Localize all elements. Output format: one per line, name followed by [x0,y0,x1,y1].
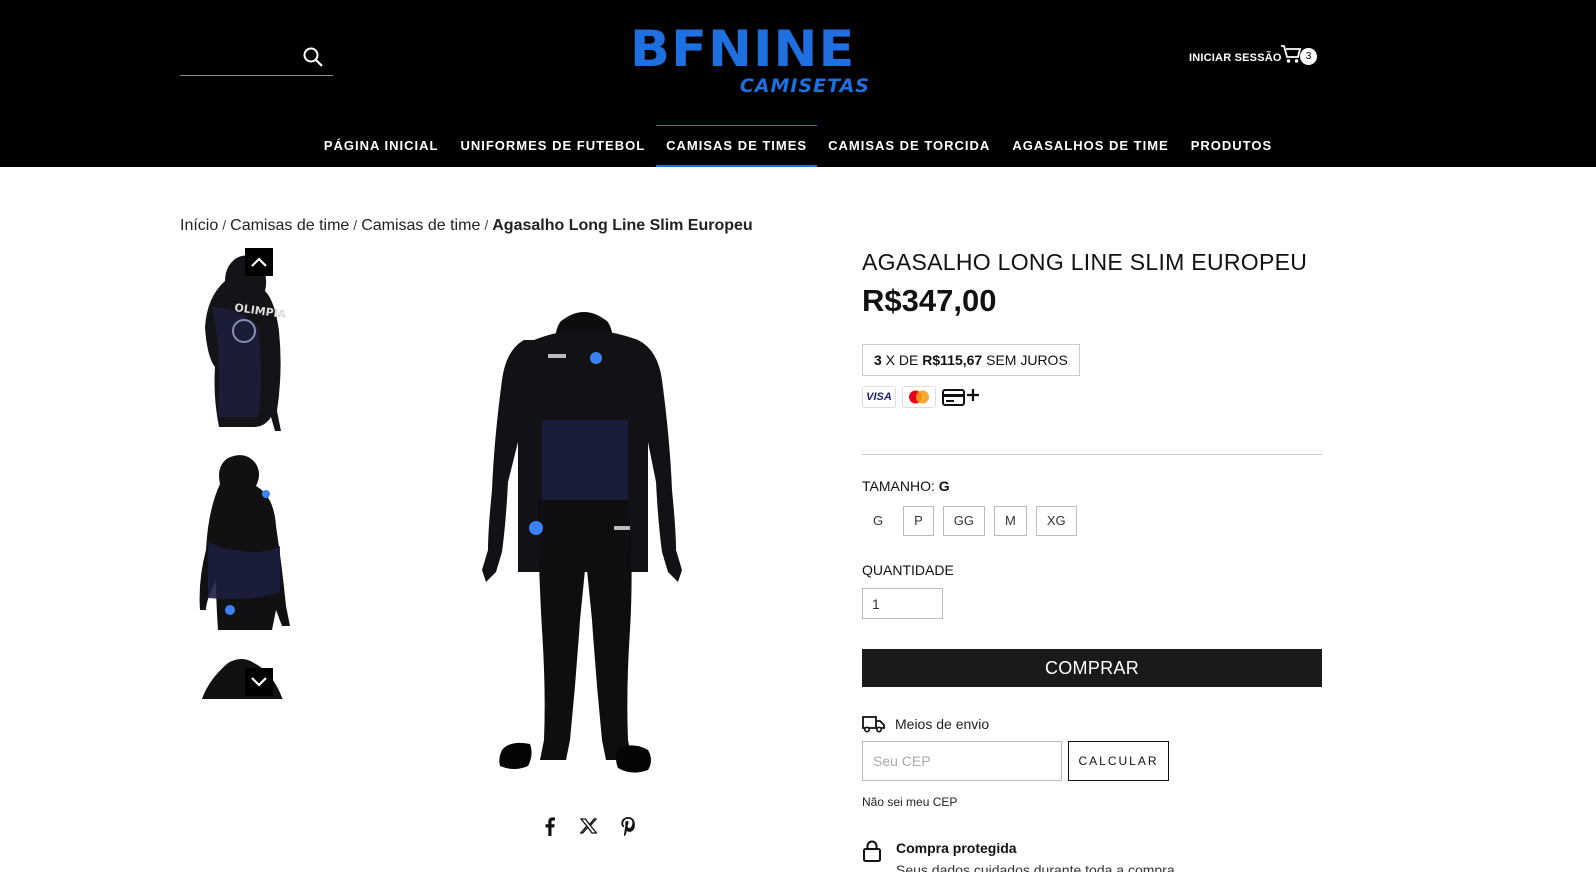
breadcrumb-camisas-2[interactable]: Camisas de time [361,217,480,234]
size-option-g[interactable]: G [862,506,894,536]
nav-item-camisas-times[interactable]: CAMISAS DE TIMES [656,125,818,167]
installments-middle: X DE [881,352,923,368]
pinterest-icon[interactable] [618,816,637,836]
breadcrumb-separator: / [484,217,489,233]
site-logo[interactable]: BFNINE CAMISETAS [630,22,870,98]
product-price: R$347,00 [862,283,997,318]
nav-item-produtos[interactable]: PRODUTOS [1180,125,1283,167]
size-label-text: TAMANHO: [862,478,935,494]
visa-label: VISA [866,391,892,403]
breadcrumb: Início / Camisas de time / Camisas de time / A… [180,217,753,235]
shipping-label-text: Meios de envio [895,716,990,732]
chevron-down-icon [251,677,267,687]
lock-icon [863,840,881,862]
buy-button[interactable]: COMPRAR [862,649,1322,687]
nav-item-home[interactable]: PÁGINA INICIAL [313,125,450,167]
x-twitter-icon[interactable] [579,816,598,836]
thumbnail-2[interactable] [180,452,305,642]
size-selected-value: G [938,478,950,494]
size-options: G P GG M XG [862,506,1077,536]
protected-title: Compra protegida [896,840,1017,856]
quantity-input[interactable] [862,588,943,619]
thumbnail-1[interactable]: OLIMPIA [180,247,305,437]
installments-count: 3 [874,352,882,368]
breadcrumb-current: Agasalho Long Line Slim Europeu [492,217,753,234]
main-nav: PÁGINA INICIAL UNIFORMES DE FUTEBOL CAMI… [0,125,1596,167]
cart-icon [1281,45,1302,63]
size-option-xg[interactable]: XG [1035,506,1077,536]
search-box[interactable] [180,42,333,76]
payment-methods[interactable]: VISA [862,386,980,408]
installments-suffix: SEM JUROS [982,352,1068,368]
size-option-gg[interactable]: GG [942,506,986,536]
installments-amount: R$115,67 [922,352,983,368]
breadcrumb-camisas-1[interactable]: Camisas de time [230,217,349,234]
share-links [540,816,637,836]
breadcrumb-separator: / [222,217,227,233]
installments-box: 3 X DE R$115,67 SEM JUROS [862,344,1080,376]
thumb-down-arrow[interactable] [245,668,273,696]
site-header: BFNINE CAMISETAS INICIAR SESSÃO 3 PÁGINA… [0,0,1596,167]
cart-count-badge: 3 [1300,48,1317,65]
cep-input[interactable] [862,741,1062,781]
chevron-up-icon [251,257,267,267]
visa-icon: VISA [862,386,896,408]
thumbnail-gallery: OLIMPIA [180,247,305,699]
size-option-p[interactable]: P [903,506,934,536]
shipping-label: Meios de envio [862,715,989,733]
thumb-up-arrow[interactable] [245,248,273,276]
nav-item-uniformes[interactable]: UNIFORMES DE FUTEBOL [449,125,656,167]
size-option-m[interactable]: M [994,506,1027,536]
mastercard-icon [902,386,936,408]
protected-purchase: Compra protegida Seus dados cuidados dur… [862,840,1179,872]
facebook-icon[interactable] [540,816,559,836]
thumbnail-3[interactable] [180,655,305,699]
truck-icon [862,716,885,733]
quantity-label: QUANTIDADE [862,562,954,578]
logo-main-text: BFNINE [630,20,856,78]
nav-item-camisas-torcida[interactable]: CAMISAS DE TORCIDA [817,125,1001,167]
breadcrumb-separator: / [353,217,358,233]
dont-know-cep-link[interactable]: Não sei meu CEP [862,795,957,809]
nav-item-agasalhos[interactable]: AGASALHOS DE TIME [1001,125,1179,167]
search-icon[interactable] [303,47,325,69]
calculate-shipping-button[interactable]: CALCULAR [1068,741,1169,781]
cart-button[interactable]: 3 [1280,44,1320,70]
login-link[interactable]: INICIAR SESSÃO [1189,52,1282,64]
breadcrumb-home[interactable]: Início [180,217,218,234]
size-label: TAMANHO: G [862,478,950,494]
product-title: AGASALHO LONG LINE SLIM EUROPEU [862,249,1308,275]
divider [862,454,1322,455]
logo-sub-text: CAMISETAS [739,75,870,97]
credit-card-plus-icon [942,387,980,407]
product-main-image[interactable] [430,300,740,790]
protected-subtitle: Seus dados cuidados durante toda a compr… [896,862,1179,872]
